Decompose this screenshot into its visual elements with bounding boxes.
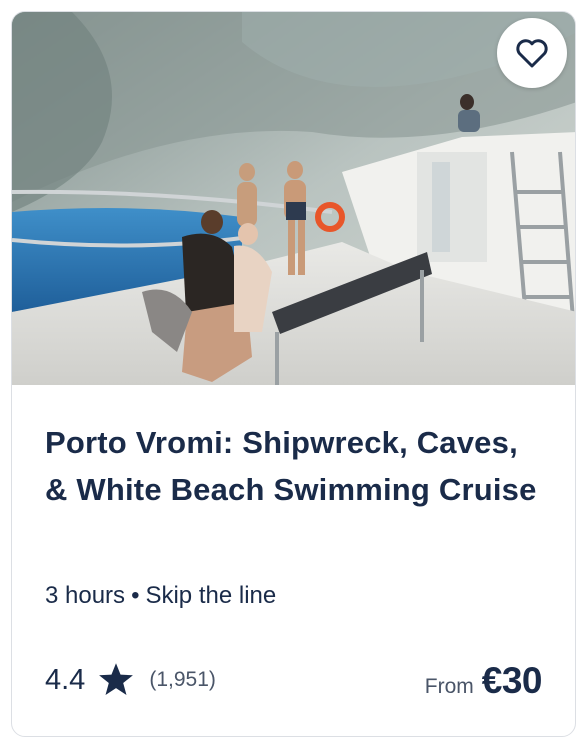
activity-meta: 3 hours • Skip the line: [45, 582, 276, 610]
price-amount: €30: [481, 660, 543, 701]
activity-card[interactable]: Porto Vromi: Shipwreck, Caves, & White B…: [11, 11, 576, 737]
price-prefix: From: [424, 675, 474, 698]
price-block: From €30: [424, 660, 543, 702]
star-filled-icon: [97, 662, 135, 698]
favorite-button[interactable]: [497, 18, 567, 88]
feature-text: Skip the line: [145, 582, 277, 609]
meta-separator: •: [131, 582, 140, 609]
activity-title[interactable]: Porto Vromi: Shipwreck, Caves, & White B…: [45, 419, 545, 513]
duration-text: 3 hours: [45, 582, 126, 609]
activity-photo[interactable]: [12, 12, 575, 385]
rating-summary: 4.4 (1,951): [45, 662, 216, 698]
rating-value: 4.4: [45, 663, 86, 696]
heart-outline-icon: [515, 37, 549, 69]
review-count: (1,951): [149, 668, 216, 691]
